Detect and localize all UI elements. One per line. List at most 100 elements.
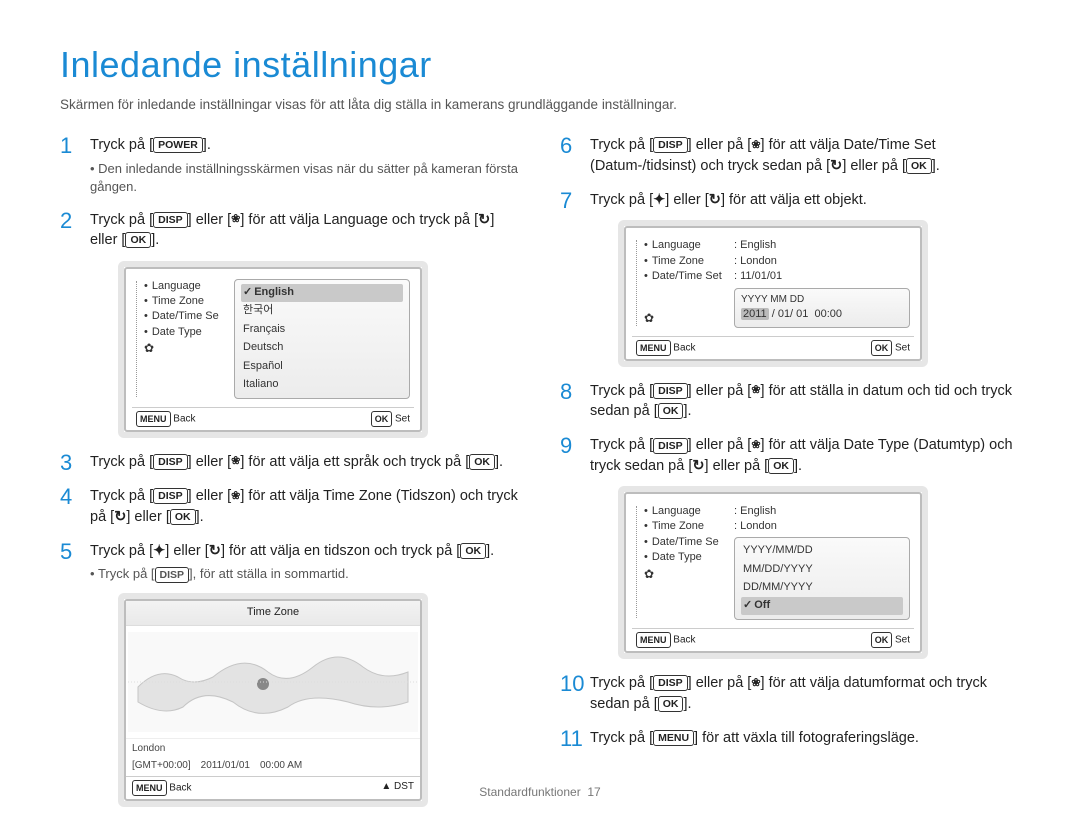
disp-button-label: DISP bbox=[153, 454, 188, 470]
menu-item: Time Zone bbox=[644, 519, 730, 534]
step-text: ] för att välja ett språk och tryck på [ bbox=[240, 454, 469, 470]
step-text: Tryck på [ bbox=[590, 137, 653, 153]
step-text: ] för att välja Language och tryck på [ bbox=[240, 212, 478, 228]
timezone-date: 2011/01/01 bbox=[201, 759, 250, 773]
ok-button-label: OK bbox=[658, 403, 684, 419]
option: Español bbox=[241, 357, 403, 375]
option: Italiano bbox=[241, 376, 403, 394]
step-number: 8 bbox=[560, 377, 572, 408]
gear-icon bbox=[144, 340, 230, 357]
value-datetime: 11/01/01 bbox=[740, 270, 782, 282]
step-text: Tryck på [ bbox=[590, 675, 653, 691]
disp-button-label: DISP bbox=[653, 383, 688, 399]
step-text: Tryck på [ bbox=[590, 730, 653, 746]
ok-button-label: OK bbox=[906, 158, 932, 174]
lcd-footer-set: OK Set bbox=[871, 340, 910, 356]
timer-icon: ↻ bbox=[830, 156, 842, 176]
back-label: Back bbox=[673, 342, 695, 353]
timer-icon: ↻ bbox=[709, 190, 721, 210]
footer-page-number: 17 bbox=[587, 785, 600, 799]
world-map-icon bbox=[126, 626, 420, 738]
step-text: ]. bbox=[203, 137, 211, 153]
menu-item: Date Type bbox=[144, 325, 230, 340]
step-number: 6 bbox=[560, 131, 572, 162]
timezone-title: Time Zone bbox=[126, 601, 420, 625]
disp-button-label: DISP bbox=[653, 675, 688, 691]
menu-item: Date/Time Se bbox=[644, 535, 730, 550]
step-text: ] eller på [ bbox=[688, 383, 752, 399]
step-text: ]. bbox=[151, 232, 159, 248]
menu-item: Language bbox=[644, 238, 730, 253]
step-text: Tryck på [ bbox=[590, 192, 653, 208]
ok-button-label: OK bbox=[125, 232, 151, 248]
ok-button-label: OK bbox=[170, 509, 196, 525]
flower-icon: ❀ bbox=[231, 489, 240, 504]
disp-button-label: DISP bbox=[153, 488, 188, 504]
step-text: ] eller på [ bbox=[688, 675, 752, 691]
step-text: ] eller [ bbox=[188, 212, 232, 228]
value-language: English bbox=[740, 239, 776, 251]
lcd-left-menu: Language Time Zone Date/Time Set bbox=[632, 234, 732, 332]
timezone-city: London bbox=[132, 742, 165, 756]
option: Deutsch bbox=[241, 339, 403, 357]
lcd-timezone-screenshot: Time Zone London bbox=[118, 593, 428, 806]
step-6: 6 Tryck på [DISP] eller på [❀] för att v… bbox=[560, 135, 1020, 176]
step-text: ] eller [ bbox=[188, 454, 232, 470]
step-number: 5 bbox=[60, 537, 72, 568]
ok-label: OK bbox=[871, 632, 893, 648]
menu-item: Language bbox=[144, 279, 230, 294]
step-number: 4 bbox=[60, 482, 72, 513]
step-text: ] eller [ bbox=[665, 192, 709, 208]
flower-icon: ❀ bbox=[231, 454, 240, 469]
step-text: ] för att växla till fotograferingsläge. bbox=[694, 730, 919, 746]
option-selected: English bbox=[241, 284, 403, 302]
step-5-subnote: • Tryck på [DISP], för att ställa in som… bbox=[90, 565, 520, 583]
lcd-right-values: : English : London : 11/01/01 YYYY MM DD… bbox=[732, 234, 914, 332]
flower-icon: ❀ bbox=[751, 383, 760, 398]
step-text: Tryck på [ bbox=[90, 137, 153, 153]
language-options-popup: English 한국어 Français Deutsch Español Ita… bbox=[234, 279, 410, 399]
step-9: 9 Tryck på [DISP] eller på [❀] för att v… bbox=[560, 435, 1020, 659]
timer-icon: ↻ bbox=[478, 210, 490, 230]
lcd-datetime-screenshot: Language Time Zone Date/Time Set : Engli… bbox=[618, 220, 928, 367]
ok-button-label: OK bbox=[768, 458, 794, 474]
menu-item: Time Zone bbox=[144, 294, 230, 309]
step-text: ] eller [ bbox=[126, 509, 170, 525]
step-text: Tryck på [ bbox=[90, 543, 153, 559]
step-text: ] eller på [ bbox=[688, 137, 752, 153]
step-10: 10 Tryck på [DISP] eller på [❀] för att … bbox=[560, 673, 1020, 714]
step-text: ]. bbox=[794, 458, 802, 474]
step-5: 5 Tryck på [✦] eller [↻] för att välja e… bbox=[60, 541, 520, 807]
back-label: Back bbox=[673, 635, 695, 646]
timer-icon: ↻ bbox=[209, 541, 221, 561]
ok-label: OK bbox=[371, 411, 393, 427]
disp-button-label: DISP bbox=[153, 212, 188, 228]
timer-icon: ↻ bbox=[692, 456, 704, 476]
lcd-right-values: : English : London YYYY/MM/DD MM/DD/YYYY… bbox=[732, 500, 914, 624]
step-8: 8 Tryck på [DISP] eller på [❀] för att s… bbox=[560, 381, 1020, 422]
lcd-left-menu: Language Time Zone Date/Time Se Date Typ… bbox=[132, 275, 232, 403]
ok-label: OK bbox=[871, 340, 893, 356]
step-1-subnote: • Den inledande inställningsskärmen visa… bbox=[90, 160, 520, 196]
step-number: 11 bbox=[560, 724, 583, 755]
step-number: 3 bbox=[60, 448, 72, 479]
value-timezone: London bbox=[740, 520, 777, 532]
option: YYYY/MM/DD bbox=[741, 542, 903, 560]
step-number: 9 bbox=[560, 431, 572, 462]
popup-rest: / 01/ 01 00:00 bbox=[769, 308, 842, 320]
timer-icon: ↻ bbox=[114, 507, 126, 527]
step-number: 10 bbox=[560, 669, 584, 700]
step-text: Tryck på [ bbox=[590, 437, 653, 453]
menu-item: Language bbox=[644, 504, 730, 519]
step-text: ] för att välja ett objekt. bbox=[721, 192, 867, 208]
menu-item: Time Zone bbox=[644, 254, 730, 269]
step-text: ] eller på [ bbox=[705, 458, 769, 474]
flash-icon: ✦ bbox=[653, 190, 665, 210]
flower-icon: ❀ bbox=[751, 676, 760, 691]
footer-section: Standardfunktioner bbox=[479, 785, 580, 799]
page-footer: Standardfunktioner 17 bbox=[0, 784, 1080, 801]
step-3: 3 Tryck på [DISP] eller [❀] för att välj… bbox=[60, 452, 520, 472]
flower-icon: ❀ bbox=[751, 138, 760, 153]
set-label: Set bbox=[895, 635, 910, 646]
menu-item: Date Type bbox=[644, 550, 730, 565]
